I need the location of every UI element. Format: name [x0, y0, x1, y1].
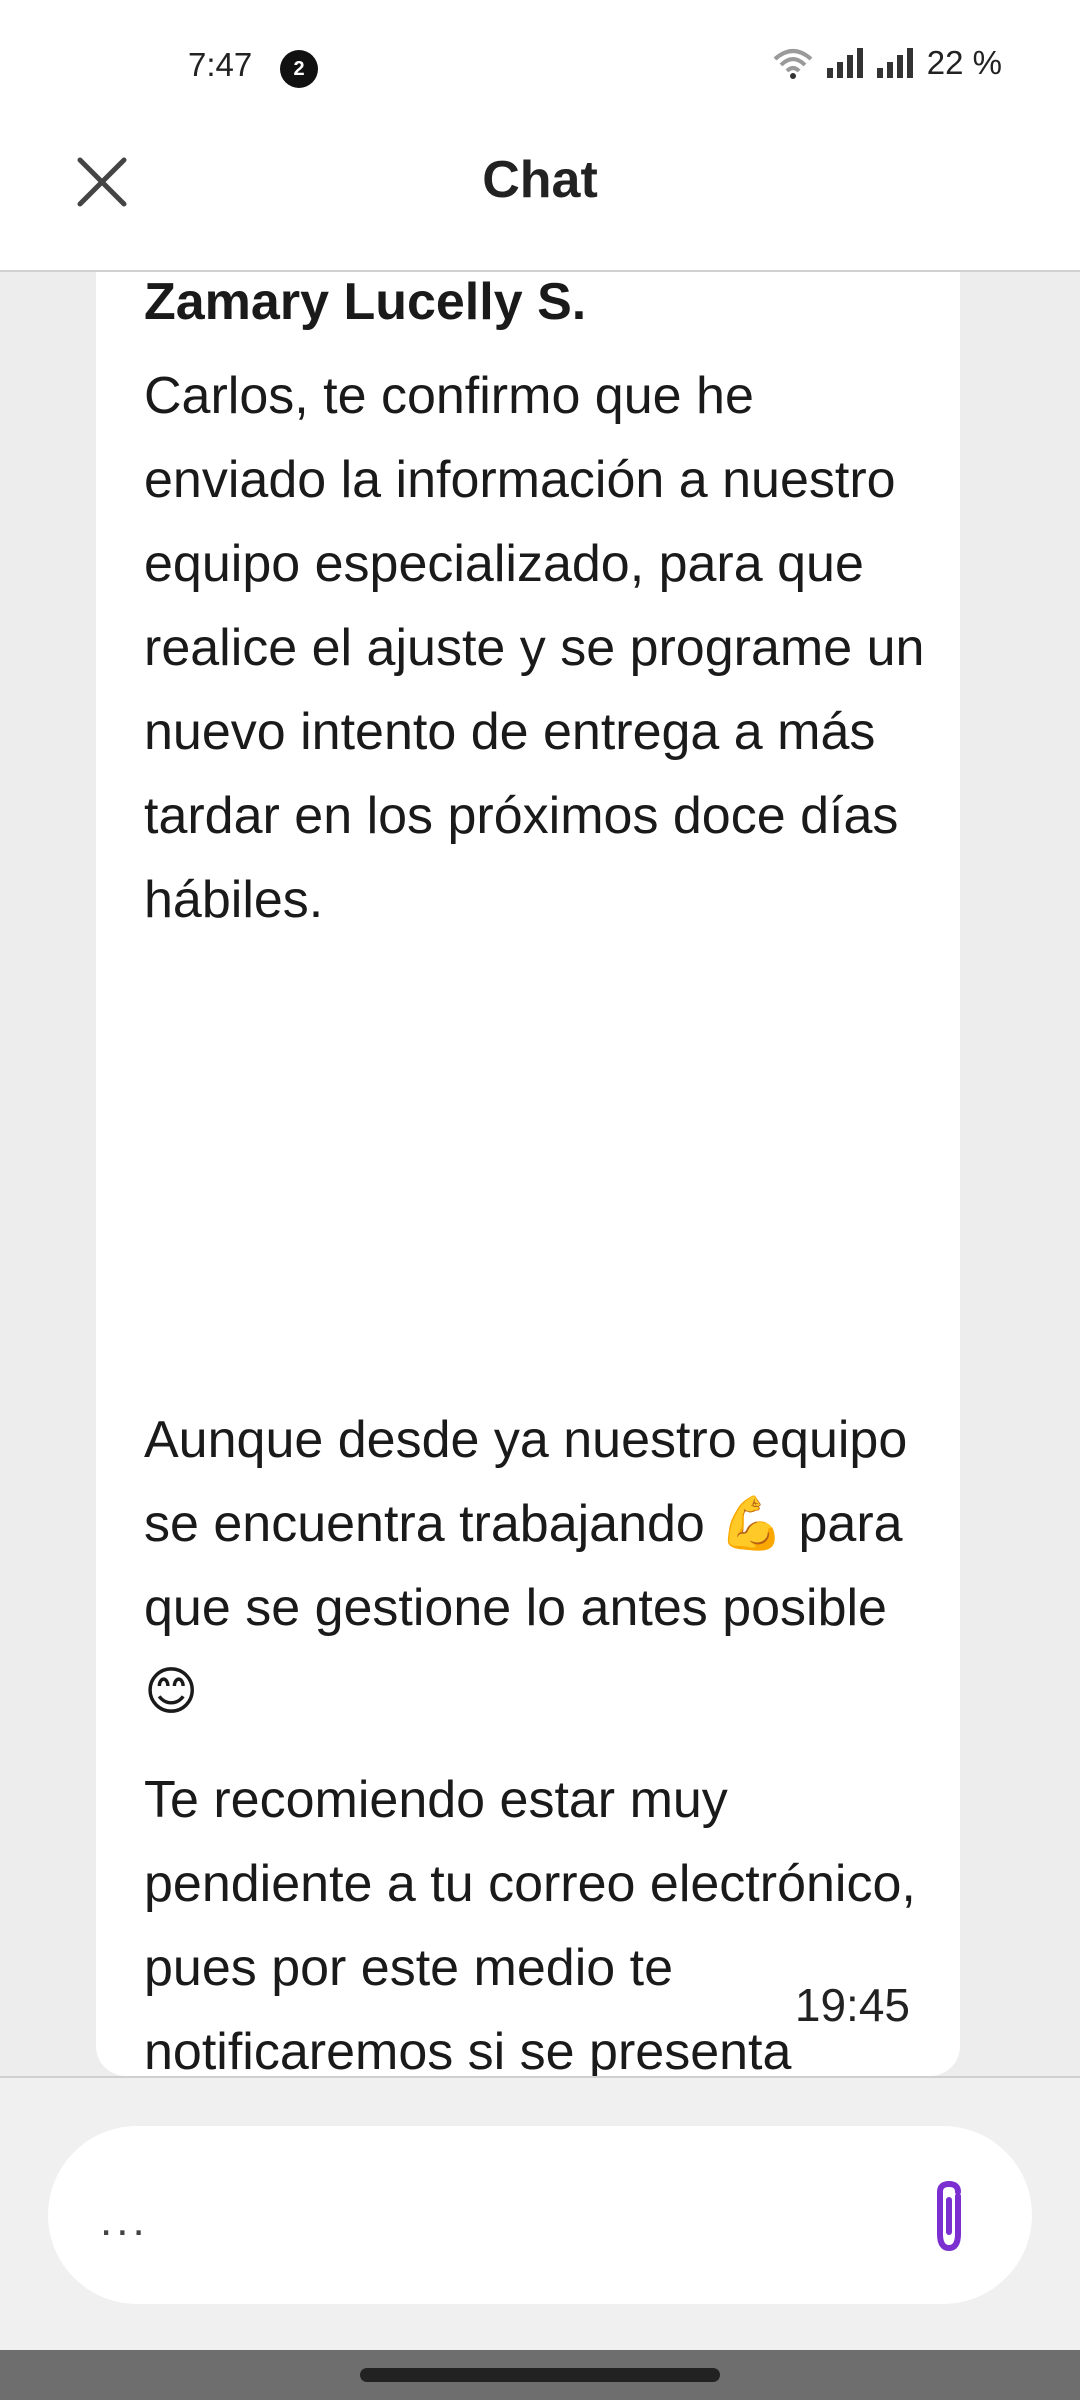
- signal-icon-2: [876, 48, 913, 78]
- chat-area[interactable]: Zamary Lucelly S. Carlos, te confirmo qu…: [0, 272, 1080, 2076]
- signal-icon: [826, 48, 863, 78]
- battery-level: 22 %: [926, 44, 1002, 81]
- message-input[interactable]: [48, 2126, 1032, 2304]
- status-time: 7:47: [188, 46, 253, 83]
- message-input-placeholder: ...: [100, 2196, 149, 2245]
- message-timestamp: 19:45: [794, 1979, 910, 2031]
- wifi-icon: [773, 49, 813, 79]
- status-bar: 7:47 2 22 %: [0, 0, 1080, 130]
- page-title: Chat: [482, 151, 598, 209]
- home-handle[interactable]: [360, 2368, 720, 2382]
- attach-button[interactable]: [918, 2176, 980, 2256]
- message-paragraph: Aunque desde ya nuestro equipo se encuen…: [144, 1411, 908, 1721]
- notification-badge: 2: [280, 50, 318, 88]
- message-bubble: Zamary Lucelly S. Carlos, te confirmo qu…: [96, 272, 960, 2076]
- status-indicators: 22 %: [773, 44, 1002, 82]
- message-paragraph: Carlos, te confirmo que he enviado la in…: [144, 367, 925, 929]
- paperclip-icon: [937, 2180, 961, 2252]
- message-sender: Zamary Lucelly S.: [144, 273, 587, 331]
